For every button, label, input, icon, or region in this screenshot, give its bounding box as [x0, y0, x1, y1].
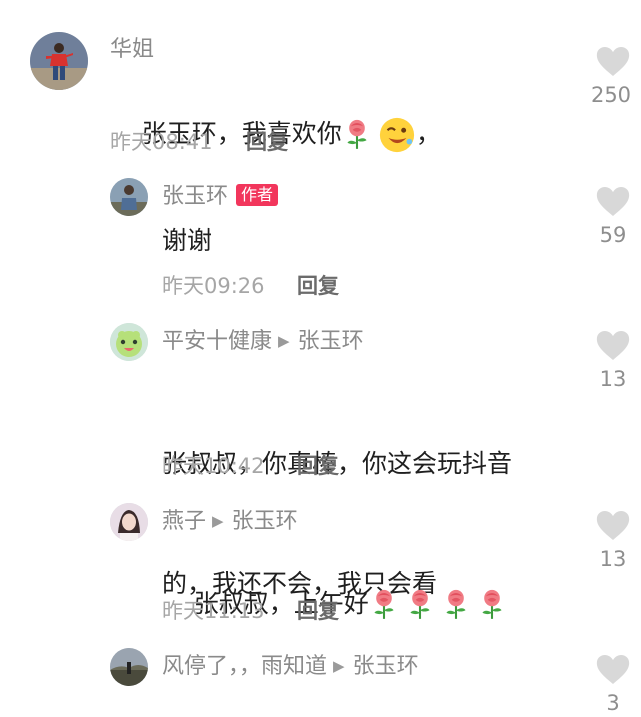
reply-button[interactable]: 回复: [297, 597, 339, 625]
play-triangle-icon: ▶: [333, 657, 345, 675]
reply-to-username[interactable]: 张玉环: [298, 329, 364, 354]
like-count: 59: [599, 223, 627, 247]
username[interactable]: 风停了，，雨知道 ▶ 张玉环: [162, 653, 419, 682]
heart-icon[interactable]: [596, 186, 630, 217]
rose-emoji-icon: [371, 588, 397, 622]
play-triangle-icon: ▶: [212, 512, 224, 530]
comment-time: 昨天08:41: [110, 130, 213, 154]
like-button[interactable]: 59: [588, 186, 638, 249]
comment-time: 昨天11:13: [162, 599, 265, 623]
avatar[interactable]: [110, 178, 148, 216]
like-count: 250: [590, 83, 632, 107]
reply-to-username[interactable]: 张玉环: [353, 654, 419, 679]
heart-icon[interactable]: [596, 654, 630, 685]
avatar[interactable]: [110, 648, 148, 686]
avatar[interactable]: [110, 503, 148, 541]
username[interactable]: 张玉环 作者: [162, 183, 279, 211]
like-count: 13: [599, 547, 627, 571]
rose-emoji-icon: [443, 588, 469, 622]
rose-emoji-icon: [407, 588, 433, 622]
like-button[interactable]: 13: [588, 510, 638, 573]
username[interactable]: 燕子 ▶ 张玉环: [162, 508, 298, 537]
username[interactable]: 华姐: [110, 36, 154, 64]
heart-icon[interactable]: [596, 330, 630, 361]
reply-to-username[interactable]: 张玉环: [232, 509, 298, 534]
rose-emoji-icon: [344, 119, 370, 151]
wink-emoji-icon: [378, 116, 416, 154]
reply-button[interactable]: 回复: [246, 128, 288, 156]
avatar[interactable]: [30, 32, 88, 90]
like-button[interactable]: 3: [588, 654, 638, 717]
author-badge: 作者: [236, 184, 279, 206]
heart-icon[interactable]: [596, 510, 630, 541]
username[interactable]: 平安十健康 ▶ 张玉环: [162, 328, 364, 357]
like-count: 3: [606, 691, 620, 715]
heart-icon[interactable]: [596, 46, 630, 77]
reply-button[interactable]: 回复: [297, 452, 339, 480]
avatar[interactable]: [110, 323, 148, 361]
like-count: 13: [599, 367, 627, 391]
comment-text: 谢谢: [162, 226, 213, 255]
reply-button[interactable]: 回复: [297, 272, 339, 300]
comment-time: 昨天10:42: [162, 454, 265, 478]
comment-time: 昨天09:26: [162, 274, 265, 298]
play-triangle-icon: ▶: [278, 332, 290, 350]
like-button[interactable]: 13: [588, 330, 638, 393]
rose-emoji-icon: [479, 588, 505, 622]
like-button[interactable]: 250: [588, 46, 638, 109]
